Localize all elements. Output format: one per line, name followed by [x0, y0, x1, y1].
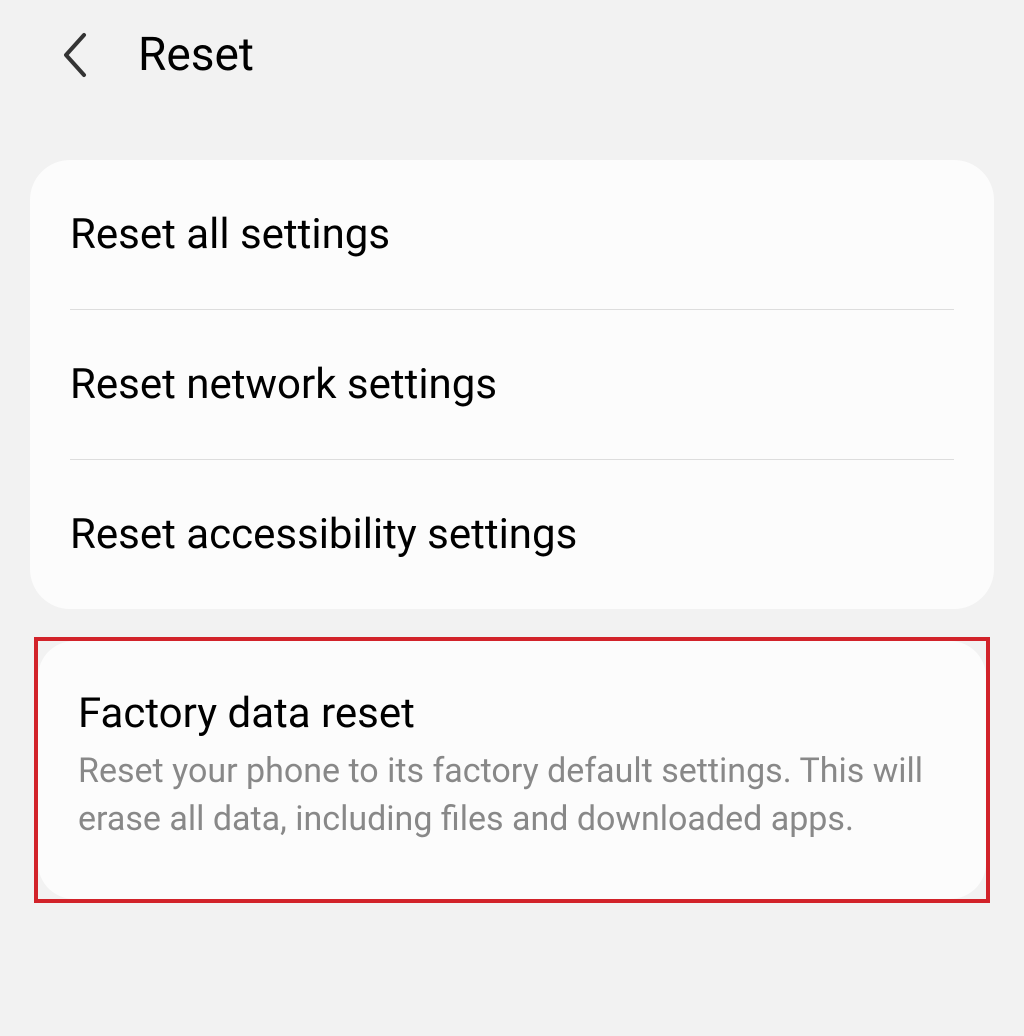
menu-item-title: Reset accessibility settings [70, 510, 954, 559]
menu-item-title: Reset all settings [70, 210, 954, 259]
factory-data-reset-item[interactable]: Factory data reset Reset your phone to i… [38, 641, 986, 899]
header: Reset [0, 0, 1024, 112]
reset-all-settings-item[interactable]: Reset all settings [30, 160, 994, 309]
page-title: Reset [138, 28, 254, 82]
reset-network-settings-item[interactable]: Reset network settings [30, 310, 994, 459]
settings-card-1: Reset all settings Reset network setting… [30, 160, 994, 609]
menu-item-title: Reset network settings [70, 360, 954, 409]
settings-card-2: Factory data reset Reset your phone to i… [38, 641, 986, 899]
highlight-annotation: Factory data reset Reset your phone to i… [34, 637, 990, 903]
menu-item-title: Factory data reset [78, 689, 946, 738]
reset-accessibility-settings-item[interactable]: Reset accessibility settings [30, 460, 994, 609]
back-button[interactable] [60, 31, 88, 79]
menu-item-description: Reset your phone to its factory default … [78, 748, 946, 843]
back-icon [60, 31, 88, 79]
